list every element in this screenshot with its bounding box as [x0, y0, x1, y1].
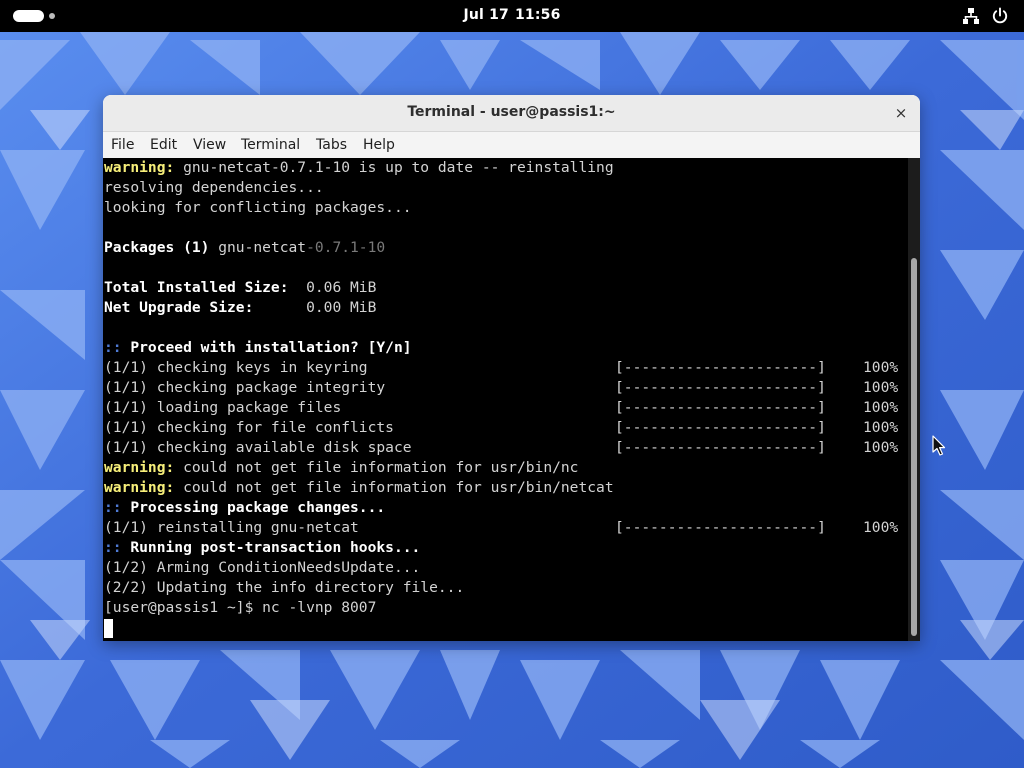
- terminal-line: (1/1) checking package integrity [-------…: [104, 378, 904, 398]
- terminal-text: looking for conflicting packages...: [104, 199, 412, 216]
- window-title: Terminal - user@passis1:~: [407, 104, 616, 120]
- section-marker: ::: [104, 339, 122, 356]
- terminal-text: (1/2) Arming ConditionNeedsUpdate...: [104, 559, 421, 576]
- terminal-line: (1/2) Arming ConditionNeedsUpdate...: [104, 558, 904, 578]
- terminal-text: could not get file information for usr/b…: [174, 479, 614, 496]
- terminal-text: gnu-netcat-0.7.1-10 is up to date -- rei…: [174, 159, 614, 176]
- terminal-text: (2/2) Updating the info directory file..…: [104, 579, 465, 596]
- menu-tabs[interactable]: Tabs: [316, 137, 347, 153]
- power-icon[interactable]: [991, 7, 1009, 25]
- terminal-text: resolving dependencies...: [104, 179, 324, 196]
- terminal-line: (1/1) checking keys in keyring [---------…: [104, 358, 904, 378]
- menu-help[interactable]: Help: [363, 137, 395, 153]
- terminal-line: (2/2) Updating the info directory file..…: [104, 578, 904, 598]
- terminal-line: (1/1) loading package files [------------…: [104, 398, 904, 418]
- progress-bar: [----------------------]: [615, 439, 826, 456]
- terminal-text: Net Upgrade Size:: [104, 299, 254, 316]
- progress-percent: 100%: [863, 519, 899, 536]
- terminal-line: :: Processing package changes...: [104, 498, 904, 518]
- terminal-text: Processing package changes...: [121, 499, 386, 516]
- progress-bar: [----------------------]: [615, 379, 826, 396]
- terminal-line: resolving dependencies...: [104, 178, 904, 198]
- terminal-text: 0.06 MiB: [288, 279, 377, 296]
- terminal-lines: warning: gnu-netcat-0.7.1-10 is up to da…: [104, 158, 904, 618]
- terminal-text: (1/1) checking package integrity: [104, 379, 386, 396]
- progress-percent: 100%: [863, 439, 899, 456]
- network-icon[interactable]: [962, 7, 980, 25]
- terminal-text: Proceed with installation? [Y/n]: [121, 339, 412, 356]
- close-button[interactable]: ×: [890, 102, 912, 124]
- terminal-text: 0.00 MiB: [253, 299, 377, 316]
- terminal-line: :: Running post-transaction hooks...: [104, 538, 904, 558]
- terminal-scrollbar[interactable]: [908, 158, 920, 641]
- section-marker: ::: [104, 539, 122, 556]
- menu-edit[interactable]: Edit: [150, 137, 177, 153]
- terminal-line: Net Upgrade Size: 0.00 MiB: [104, 298, 904, 318]
- progress-bar: [----------------------]: [615, 419, 826, 436]
- terminal-text: -0.7.1-10: [306, 239, 386, 256]
- window-titlebar[interactable]: Terminal - user@passis1:~ ×: [103, 95, 920, 132]
- section-marker: ::: [104, 499, 122, 516]
- terminal-text: Total Installed Size:: [104, 279, 289, 296]
- menu-bar: File Edit View Terminal Tabs Help: [103, 132, 920, 158]
- terminal-line: warning: could not get file information …: [104, 458, 904, 478]
- progress-percent: 100%: [863, 379, 899, 396]
- progress-percent: 100%: [863, 399, 899, 416]
- terminal-line: [user@passis1 ~]$ nc -lvnp 8007: [104, 598, 904, 618]
- terminal-text: [user@passis1 ~]$ nc -lvnp 8007: [104, 599, 377, 616]
- progress-bar: [----------------------]: [615, 519, 826, 536]
- warning-label: warning:: [104, 159, 175, 176]
- warning-label: warning:: [104, 479, 175, 496]
- terminal-line: warning: could not get file information …: [104, 478, 904, 498]
- terminal-text: Packages (1): [104, 239, 210, 256]
- progress-percent: 100%: [863, 359, 899, 376]
- warning-label: warning:: [104, 459, 175, 476]
- terminal-line: warning: gnu-netcat-0.7.1-10 is up to da…: [104, 158, 904, 178]
- terminal-window: Terminal - user@passis1:~ × File Edit Vi…: [103, 95, 920, 641]
- terminal-text: (1/1) checking for file conflicts: [104, 419, 394, 436]
- terminal-line: Total Installed Size: 0.06 MiB: [104, 278, 904, 298]
- terminal-line: (1/1) checking for file conflicts [------…: [104, 418, 904, 438]
- terminal-text: (1/1) reinstalling gnu-netcat: [104, 519, 359, 536]
- terminal-line: (1/1) reinstalling gnu-netcat [----------…: [104, 518, 904, 538]
- terminal-text: (1/1) loading package files: [104, 399, 342, 416]
- menu-file[interactable]: File: [111, 137, 134, 153]
- terminal-line: (1/1) checking available disk space [----…: [104, 438, 904, 458]
- scrollbar-thumb[interactable]: [911, 258, 917, 636]
- progress-bar: [----------------------]: [615, 359, 826, 376]
- menu-terminal[interactable]: Terminal: [241, 137, 300, 153]
- top-bar: Jul 17 11:56: [0, 0, 1024, 32]
- progress-percent: 100%: [863, 419, 899, 436]
- mouse-pointer-icon: [932, 435, 946, 456]
- terminal-line: Packages (1) gnu-netcat-0.7.1-10: [104, 238, 904, 258]
- terminal-text: (1/1) checking keys in keyring: [104, 359, 368, 376]
- clock-date: Jul 17: [463, 7, 509, 23]
- terminal-text: Running post-transaction hooks...: [121, 539, 421, 556]
- terminal-line: looking for conflicting packages...: [104, 198, 904, 218]
- terminal-text: gnu-netcat: [209, 239, 307, 256]
- terminal-output[interactable]: warning: gnu-netcat-0.7.1-10 is up to da…: [103, 158, 920, 641]
- terminal-line: :: Proceed with installation? [Y/n]: [104, 338, 904, 358]
- clock[interactable]: Jul 17 11:56: [0, 7, 1024, 23]
- menu-view[interactable]: View: [193, 137, 226, 153]
- clock-time: 11:56: [514, 7, 561, 23]
- terminal-cursor: [104, 619, 113, 638]
- terminal-text: (1/1) checking available disk space: [104, 439, 412, 456]
- terminal-text: could not get file information for usr/b…: [174, 459, 579, 476]
- progress-bar: [----------------------]: [615, 399, 826, 416]
- close-icon: ×: [894, 104, 908, 122]
